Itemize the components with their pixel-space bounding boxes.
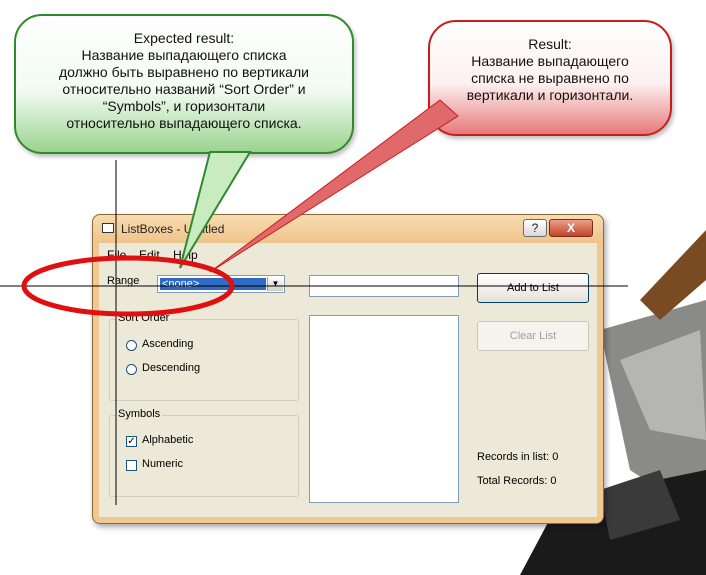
numeric-checkbox[interactable] [126, 460, 137, 471]
result-line2: списка не выравнено по [471, 70, 629, 86]
expected-line4: “Symbols”, и горизонтали [102, 98, 266, 114]
menu-bar: File Edit Help [99, 243, 597, 263]
result-line3: вертикали и горизонтали. [466, 87, 634, 103]
range-selected-value: <none> [160, 278, 266, 290]
expected-line3: относительно названий “Sort Order” и [62, 81, 306, 97]
ascending-label: Ascending [142, 338, 194, 350]
app-icon [102, 223, 114, 233]
result-title: Result: [528, 36, 572, 52]
sort-order-caption: Sort Order [116, 312, 172, 324]
items-listbox[interactable] [309, 315, 459, 503]
expected-line5: относительно выпадающего списка. [66, 115, 302, 131]
range-label: Range [107, 275, 140, 287]
help-button[interactable]: ? [523, 219, 547, 237]
alphabetic-checkbox[interactable]: ✓ [126, 436, 137, 447]
clear-list-button[interactable]: Clear List [477, 321, 589, 351]
menu-help[interactable]: Help [173, 248, 198, 262]
result-line1: Название выпадающего [471, 53, 629, 69]
menu-file[interactable]: File [107, 248, 126, 262]
range-dropdown[interactable]: <none> ▼ [157, 275, 285, 293]
listboxes-window: ListBoxes - Untitled ? X File Edit Help … [92, 214, 604, 524]
chevron-down-icon[interactable]: ▼ [267, 277, 283, 291]
expected-title: Expected result: [133, 30, 235, 46]
expected-line1: Название выпадающего списка [81, 47, 287, 63]
expected-line2: должно быть выравнено по вертикали [59, 64, 309, 80]
alphabetic-label: Alphabetic [142, 434, 194, 446]
add-to-list-button[interactable]: Add to List [477, 273, 589, 303]
total-records-label: Total Records: 0 [477, 475, 557, 487]
descending-label: Descending [142, 362, 201, 374]
descending-radio[interactable] [126, 364, 137, 375]
symbols-group: Symbols ✓ Alphabetic Numeric [109, 408, 299, 497]
menu-edit[interactable]: Edit [139, 248, 160, 262]
symbols-caption: Symbols [116, 408, 163, 420]
records-in-list-label: Records in list: 0 [477, 451, 559, 463]
title-bar[interactable]: ListBoxes - Untitled ? X [93, 215, 603, 243]
window-title: ListBoxes - Untitled [121, 222, 225, 236]
numeric-label: Numeric [142, 458, 183, 470]
window-client-area: File Edit Help Range <none> ▼ Add to Lis… [99, 243, 597, 517]
close-button[interactable]: X [549, 219, 593, 237]
ascending-radio[interactable] [126, 340, 137, 351]
sort-order-group: Sort Order Ascending Descending [109, 312, 299, 401]
entry-text-input[interactable] [309, 275, 459, 297]
